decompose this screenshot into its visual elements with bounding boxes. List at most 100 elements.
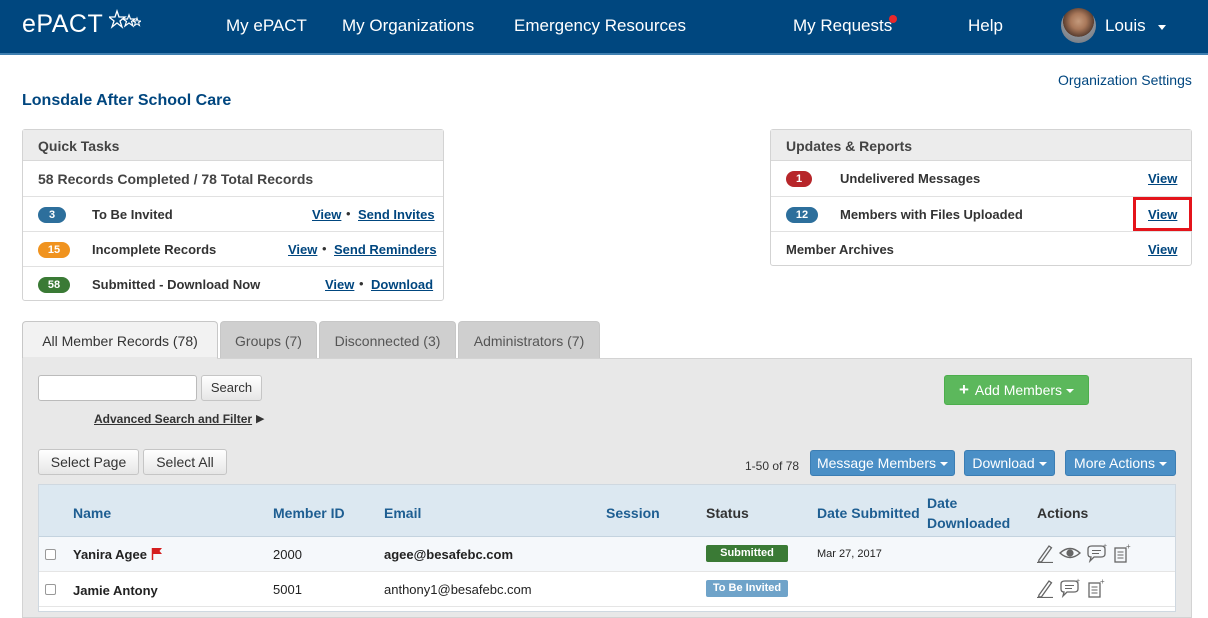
advanced-search-link[interactable]: Advanced Search and Filter [94,412,252,426]
col-name[interactable]: Name [73,505,111,521]
svg-text:+: + [1100,578,1105,586]
member-name[interactable]: Yanira Agee [73,547,147,562]
task-row-submitted: 58 Submitted - Download Now View • Downl… [23,266,443,301]
search-input[interactable] [38,375,197,401]
pagination-count: 1-50 of 78 [745,459,800,473]
view-to-be-invited-link[interactable]: View [312,207,341,222]
table-row: Yanira Agee 2000 agee@besafebc.com Submi… [39,537,1175,572]
col-date-submitted[interactable]: Date Submitted [817,505,920,521]
download-label: Download [972,455,1035,471]
nav-help[interactable]: Help [968,16,1003,36]
message-members-label: Message Members [816,455,937,471]
task-label: Submitted - Download Now [92,277,261,292]
nav-my-requests[interactable]: My Requests [793,16,892,36]
update-row-undelivered: 1 Undelivered Messages View [771,161,1191,196]
separator-dot: • [359,276,364,291]
col-session[interactable]: Session [606,505,660,521]
send-invites-link[interactable]: Send Invites [358,207,435,222]
tab-disconnected[interactable]: Disconnected (3) [319,321,456,359]
epact-logo[interactable]: ePACT [22,9,141,39]
message-bubble-icon[interactable]: + [1086,543,1108,564]
member-name[interactable]: Jamie Antony [73,583,158,598]
active-tab-joiner [23,357,217,359]
col-date-downloaded-line2[interactable]: Downloaded [927,515,1010,531]
nav-my-epact[interactable]: My ePACT [226,16,307,36]
task-label: Incomplete Records [92,242,217,257]
avatar[interactable] [1061,8,1096,43]
view-archives-link[interactable]: View [1148,242,1177,257]
col-email[interactable]: Email [384,505,421,521]
caret-down-icon [1158,462,1167,467]
quick-tasks-title: Quick Tasks [23,130,443,161]
status-badge: To Be Invited [706,580,788,597]
count-badge: 3 [38,207,66,223]
update-label: Member Archives [786,242,894,257]
triangle-right-icon: ▶ [256,413,265,425]
row-actions: + + [1035,577,1106,603]
col-date-downloaded-line1[interactable]: Date [927,495,957,511]
user-name[interactable]: Louis [1105,16,1146,36]
select-page-button[interactable]: Select Page [38,449,139,475]
view-eye-icon[interactable] [1059,543,1082,563]
tab-administrators[interactable]: Administrators (7) [458,321,600,359]
flag-icon [151,548,162,560]
add-members-label: Add Members [974,382,1063,398]
separator-dot: • [346,206,351,221]
download-link[interactable]: Download [371,277,433,292]
add-document-icon[interactable]: + [1112,542,1132,563]
view-incomplete-link[interactable]: View [288,242,317,257]
date-submitted: Mar 27, 2017 [817,548,882,560]
count-badge: 12 [786,207,818,223]
svg-text:+: + [1103,543,1107,550]
search-button[interactable]: Search [201,375,262,401]
task-row-to-be-invited: 3 To Be Invited View • Send Invites [23,196,443,231]
task-row-incomplete: 15 Incomplete Records View • Send Remind… [23,231,443,266]
stars-logo-icon [109,9,141,29]
member-table: Name Member ID Email Session Status Date… [38,484,1176,612]
top-nav: ePACT My ePACT My Organizations Emergenc… [0,0,1208,55]
download-button[interactable]: Download [964,450,1055,476]
update-label: Members with Files Uploaded [840,207,1023,222]
row-checkbox[interactable] [45,549,56,560]
updates-title: Updates & Reports [771,130,1191,161]
svg-text:+: + [1076,578,1080,585]
add-document-icon[interactable]: + [1086,577,1106,598]
records-summary: 58 Records Completed / 78 Total Records [38,171,314,187]
separator-dot: • [322,241,327,256]
notification-dot [889,15,897,23]
nav-my-organizations[interactable]: My Organizations [342,16,474,36]
member-id: 2000 [273,547,302,562]
organization-settings-link[interactable]: Organization Settings [1058,72,1192,88]
member-id: 5001 [273,582,302,597]
message-members-button[interactable]: Message Members [810,450,955,476]
caret-down-icon [1038,462,1047,467]
more-actions-button[interactable]: More Actions [1065,450,1176,476]
send-reminders-link[interactable]: Send Reminders [334,242,437,257]
member-email: agee@besafebc.com [384,547,514,562]
advanced-search-label: Advanced Search and Filter [94,412,253,426]
chevron-down-icon[interactable] [1158,25,1166,30]
nav-emergency-resources[interactable]: Emergency Resources [514,16,686,36]
message-bubble-icon[interactable]: + [1059,578,1081,599]
member-email: anthony1@besafebc.com [384,582,532,597]
plus-icon: + [958,380,969,399]
row-actions: + + [1035,542,1132,568]
view-submitted-link[interactable]: View [325,277,354,292]
edit-pencil-icon[interactable] [1035,578,1055,599]
view-undelivered-link[interactable]: View [1148,171,1177,186]
edit-pencil-icon[interactable] [1035,543,1055,564]
col-member-id[interactable]: Member ID [273,505,345,521]
updates-reports-panel: Updates & Reports 1 Undelivered Messages… [770,129,1192,266]
col-status: Status [706,505,749,521]
add-members-button[interactable]: + Add Members [944,375,1089,405]
tab-groups[interactable]: Groups (7) [220,321,317,359]
select-all-button[interactable]: Select All [143,449,227,475]
update-row-files: 12 Members with Files Uploaded View [771,196,1191,231]
table-row: Jamie Antony 5001 anthony1@besafebc.com … [39,572,1175,607]
row-checkbox[interactable] [45,584,56,595]
table-header: Name Member ID Email Session Status Date… [39,485,1175,537]
task-label: To Be Invited [92,207,173,222]
update-row-archives: Member Archives View [771,231,1191,266]
tab-all-member-records[interactable]: All Member Records (78) [22,321,218,360]
update-label: Undelivered Messages [840,171,981,186]
